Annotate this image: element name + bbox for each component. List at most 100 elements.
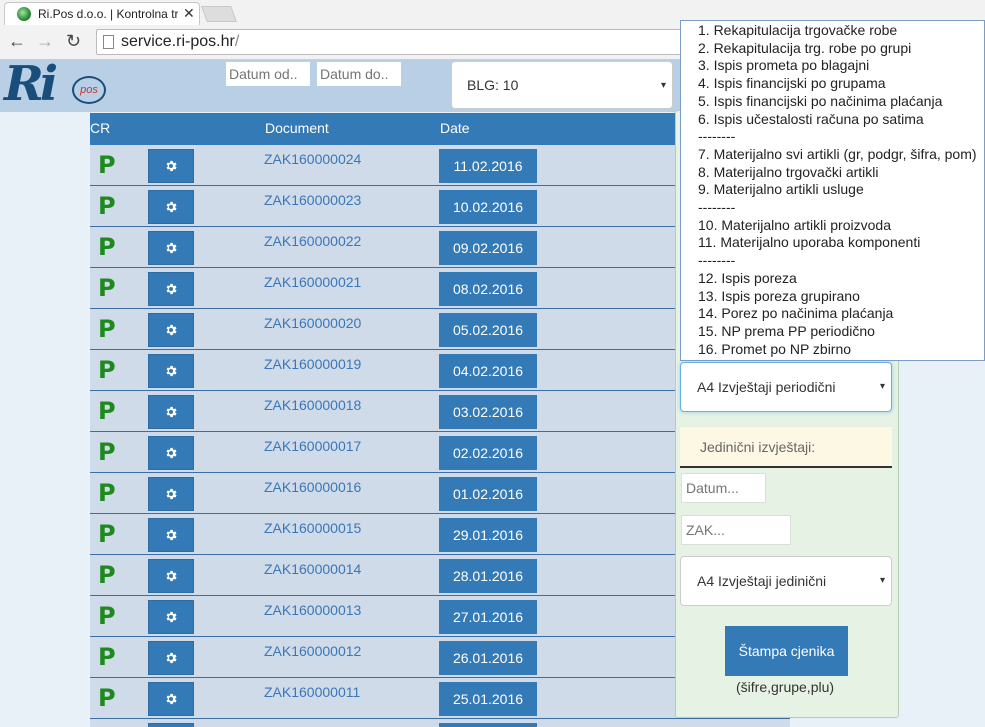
document-link[interactable]: ZAK160000022 [264,233,361,249]
reload-icon[interactable]: ↻ [66,31,81,52]
document-link[interactable]: ZAK160000014 [264,561,361,577]
dropdown-option[interactable]: 1. Rekapitulacija trgovačke robe [698,22,897,38]
dropdown-option[interactable]: 10. Materijalno artikli proizvoda [698,217,891,233]
single-reports-select[interactable]: A4 Izvještaji jedinični ▾ [680,556,892,606]
status-p: P [98,561,116,589]
periodic-reports-select[interactable]: A4 Izvještaji periodični ▾ [680,362,892,412]
dropdown-option[interactable]: 3. Ispis prometa po blagajni [698,57,869,73]
date-button[interactable]: 11.02.2016 [439,149,537,183]
forward-arrow-icon[interactable]: → [36,31,54,52]
dropdown-option[interactable]: 12. Ispis poreza [698,270,797,286]
single-date-input[interactable] [681,473,766,503]
date-from-input[interactable] [226,62,310,86]
dropdown-option[interactable]: 2. Rekapitulacija trg. robe po grupi [698,40,911,56]
dropdown-option[interactable]: 11. Materijalno uporaba komponenti [698,234,920,250]
dropdown-separator: -------- [698,128,736,145]
date-to-input[interactable] [317,62,401,86]
blg-select-value: BLG: 10 [467,77,519,93]
date-button[interactable]: 27.01.2016 [439,600,537,634]
column-header-cr: CR [90,120,111,136]
periodic-reports-dropdown[interactable]: 1. Rekapitulacija trgovačke robe 2. Rekap… [680,20,985,361]
date-button[interactable]: 25.01.2016 [439,682,537,716]
url-text: service.ri-pos.hr/ [121,33,239,51]
single-select-value: A4 Izvještaji jedinični [697,573,827,589]
date-button[interactable]: 02.02.2016 [439,436,537,470]
row-settings-button[interactable] [148,723,194,727]
row-settings-button[interactable] [148,477,194,511]
document-link[interactable]: ZAK160000019 [264,356,361,372]
status-p: P [98,192,116,220]
row-settings-button[interactable] [148,395,194,429]
row-settings-button[interactable] [148,313,194,347]
zak-input[interactable] [681,515,791,545]
document-link[interactable]: ZAK160000012 [264,643,361,659]
document-link[interactable]: ZAK160000021 [264,274,361,290]
document-link[interactable]: ZAK160000024 [264,151,361,167]
print-price-list-button[interactable]: Štampa cjenika [725,626,848,676]
dropdown-option[interactable]: 6. Ispis učestalosti računa po satima [698,111,924,127]
row-settings-button[interactable] [148,436,194,470]
document-link[interactable]: ZAK160000015 [264,520,361,536]
date-button[interactable]: 03.02.2016 [439,395,537,429]
date-button[interactable]: 28.01.2016 [439,559,537,593]
status-p: P [98,602,116,630]
row-settings-button[interactable] [148,231,194,265]
date-button[interactable]: 08.02.2016 [439,272,537,306]
status-p: P [98,397,116,425]
back-arrow-icon[interactable]: ← [8,31,26,52]
date-button[interactable]: 26.01.2016 [439,641,537,675]
row-settings-button[interactable] [148,641,194,675]
page-icon [103,35,114,49]
row-settings-button[interactable] [148,272,194,306]
dropdown-separator: -------- [698,199,736,215]
logo-badge: pos [72,76,106,104]
print-price-list-subtitle: (šifre,grupe,plu) [736,679,835,695]
status-p: P [98,520,116,548]
row-settings-button[interactable] [148,600,194,634]
dropdown-option[interactable]: 4. Ispis financijski po grupama [698,75,886,91]
status-p: P [98,684,116,712]
address-bar[interactable]: service.ri-pos.hr/ [96,29,696,55]
document-link[interactable]: ZAK160000011 [264,684,360,700]
date-button[interactable]: 05.02.2016 [439,313,537,347]
dropdown-separator: -------- [698,252,736,269]
dropdown-option[interactable]: 16. Promet po NP zbirno [698,341,851,357]
single-reports-label-text: Jedinični izvještaji: [700,439,816,455]
status-p: P [98,438,116,466]
row-settings-button[interactable] [148,559,194,593]
document-link[interactable]: ZAK160000016 [264,479,361,495]
document-link[interactable]: ZAK160000017 [264,438,361,454]
dropdown-option[interactable]: 5. Ispis financijski po načinima plaćanj… [698,93,942,109]
tab-title: Ri.Pos d.o.o. | Kontrolna tra [38,7,178,21]
date-button[interactable]: 04.02.2016 [439,354,537,388]
browser-tab[interactable]: Ri.Pos d.o.o. | Kontrolna tra ✕ [4,2,200,25]
dropdown-option[interactable]: 14. Porez po načinima plaćanja [698,305,893,321]
document-link[interactable]: ZAK160000020 [264,315,361,331]
row-settings-button[interactable] [148,190,194,224]
new-tab-button[interactable] [201,6,237,22]
status-p: P [98,233,116,261]
date-button[interactable]: 09.02.2016 [439,231,537,265]
single-reports-label: Jedinični izvještaji: [680,427,892,468]
document-link[interactable]: ZAK160000023 [264,192,361,208]
row-settings-button[interactable] [148,149,194,183]
blg-select[interactable]: BLG: 10 ▾ [451,61,673,109]
date-button[interactable]: 29.01.2016 [439,518,537,552]
dropdown-option[interactable]: 8. Materijalno trgovački artikli [698,164,879,180]
tab-close-icon[interactable]: ✕ [183,5,195,22]
dropdown-option[interactable]: 9. Materijalno artikli usluge [698,181,864,197]
row-settings-button[interactable] [148,518,194,552]
date-button[interactable]: 01.02.2016 [439,477,537,511]
chevron-down-icon: ▾ [879,575,885,586]
date-button[interactable]: 10.02.2016 [439,190,537,224]
document-link[interactable]: ZAK160000013 [264,602,361,618]
document-link[interactable]: ZAK160000018 [264,397,361,413]
status-p: P [98,315,116,343]
dropdown-option[interactable]: 7. Materijalno svi artikli (gr, podgr, š… [698,146,977,162]
date-button[interactable] [439,723,537,727]
dropdown-option[interactable]: 13. Ispis poreza grupirano [698,288,860,304]
row-settings-button[interactable] [148,682,194,716]
status-p: P [98,151,116,179]
dropdown-option[interactable]: 15. NP prema PP periodično [698,323,875,339]
row-settings-button[interactable] [148,354,194,388]
